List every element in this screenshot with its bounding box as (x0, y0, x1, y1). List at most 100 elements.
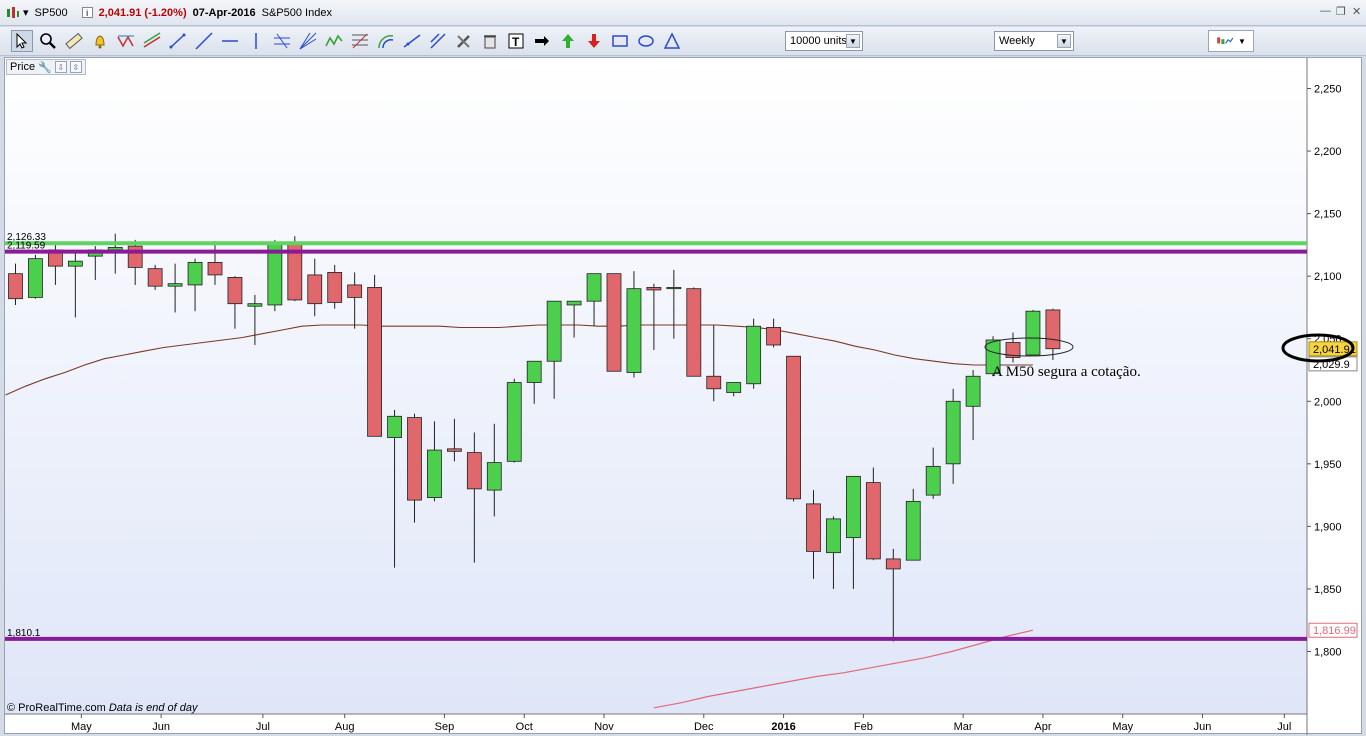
text-icon[interactable]: T (505, 30, 527, 52)
period-select[interactable]: Weekly ▼ (994, 31, 1074, 51)
candle-down[interactable] (347, 284, 363, 298)
candle-down[interactable] (307, 274, 323, 305)
zigzag-icon[interactable] (323, 30, 345, 52)
candle-down[interactable] (367, 287, 383, 437)
candle-up[interactable] (945, 400, 961, 465)
rectangle-icon[interactable] (609, 30, 631, 52)
candle-up[interactable] (28, 258, 43, 298)
triangle-pattern-icon[interactable] (115, 30, 137, 52)
tools-icon[interactable] (453, 30, 475, 52)
candle-up[interactable] (726, 382, 742, 393)
candle-up[interactable] (427, 449, 442, 499)
candle-up[interactable] (626, 288, 642, 373)
candle-up[interactable] (247, 303, 263, 307)
arrow-down-red-icon[interactable] (583, 30, 605, 52)
chart-icon[interactable] (6, 6, 20, 20)
candle-up[interactable] (486, 462, 502, 491)
x-tick-label: Apr (1034, 721, 1051, 733)
candle-down[interactable] (766, 327, 781, 346)
candle-up[interactable] (107, 246, 123, 251)
candle-down[interactable] (806, 503, 821, 552)
indicator-menu-icon[interactable]: ▼ (1208, 30, 1254, 52)
minimize-icon[interactable]: — (1320, 5, 1331, 17)
fibonacci-icon[interactable] (349, 30, 371, 52)
candle-down[interactable] (706, 375, 722, 390)
candle-down[interactable] (865, 482, 881, 560)
symbol-label[interactable]: SP500 (35, 7, 68, 19)
triangle-icon[interactable] (661, 30, 683, 52)
candle-down[interactable] (327, 272, 343, 303)
candle-up[interactable] (1025, 310, 1041, 356)
candle-up[interactable] (666, 287, 682, 290)
candle-up[interactable] (925, 465, 941, 496)
dropdown-arrow-icon[interactable]: ▾ (23, 6, 29, 19)
candle-down[interactable] (227, 277, 243, 305)
ellipse-icon[interactable] (635, 30, 657, 52)
collapse-icon[interactable]: ⇩ (54, 61, 67, 73)
candle-up[interactable] (187, 262, 203, 286)
restore-icon[interactable]: ❐ (1336, 5, 1346, 18)
candle-up[interactable] (965, 375, 981, 407)
candle-up[interactable] (746, 325, 762, 385)
candle-up[interactable] (387, 415, 402, 438)
candle-down[interactable] (446, 448, 462, 452)
chart-panel[interactable]: 2,250 2,200 2,150 2,100 2,050 2,000 1,950 1,900… (4, 57, 1363, 735)
x-tick-label: Sep (435, 721, 455, 733)
close-icon[interactable]: ✕ (1352, 5, 1361, 18)
candle-up[interactable] (846, 475, 861, 539)
candle-up[interactable] (167, 283, 183, 287)
chevron-down-icon[interactable]: ▼ (846, 34, 860, 48)
trash-icon[interactable] (479, 30, 501, 52)
fan-icon[interactable] (297, 30, 319, 52)
ruler-icon[interactable] (63, 30, 85, 52)
x-tick-label: Jul (1277, 721, 1291, 733)
channel-icon[interactable] (141, 30, 163, 52)
ray-icon[interactable] (401, 30, 423, 52)
candle-down[interactable] (466, 452, 482, 490)
candle-down[interactable] (127, 245, 143, 268)
candle-down[interactable] (786, 355, 801, 500)
candle-down[interactable] (407, 417, 422, 501)
candle-down[interactable] (606, 273, 622, 372)
arrow-right-icon[interactable] (531, 30, 553, 52)
chevron-down-icon[interactable]: ▼ (1057, 34, 1071, 48)
pointer-icon[interactable] (11, 30, 33, 52)
wrench-icon[interactable]: 🔧 (38, 61, 52, 74)
y-tick-label: 1,850 (1314, 584, 1342, 596)
candle-up[interactable] (526, 360, 542, 383)
candle-up[interactable] (905, 500, 921, 561)
arrow-up-green-icon[interactable] (557, 30, 579, 52)
y-tick-label: 1,800 (1314, 647, 1342, 659)
candle-up[interactable] (586, 273, 602, 302)
x-tick-label: Dec (694, 721, 714, 733)
candle-down[interactable] (646, 287, 662, 291)
candlestick-chart[interactable]: 2,2502,2002,1502,1002,0502,0001,9501,900… (5, 58, 1363, 735)
candle-up[interactable] (826, 518, 841, 554)
x-tick-label: Aug (335, 721, 355, 733)
segment-icon[interactable] (167, 30, 189, 52)
horizontal-line-icon[interactable] (219, 30, 241, 52)
price-panel-label[interactable]: Price 🔧 ⇩ ⇳ (6, 59, 86, 75)
candle-up[interactable] (546, 300, 562, 362)
candle-up[interactable] (566, 300, 582, 306)
info-icon[interactable]: i (81, 7, 93, 18)
candle-down[interactable] (207, 262, 223, 276)
candle-down[interactable] (1045, 309, 1061, 350)
candle-up[interactable] (506, 382, 522, 462)
parallel-lines-icon[interactable] (271, 30, 293, 52)
y-tick-label: 2,200 (1314, 146, 1342, 158)
zoom-icon[interactable] (37, 30, 59, 52)
alert-bell-icon[interactable] (89, 30, 111, 52)
candle-down[interactable] (8, 273, 23, 300)
trend-icon[interactable] (427, 30, 449, 52)
candle-up[interactable] (67, 260, 83, 267)
expand-icon[interactable]: ⇳ (69, 61, 82, 73)
vertical-line-icon[interactable] (245, 30, 267, 52)
line-icon[interactable] (193, 30, 215, 52)
units-select[interactable]: 10000 units ▼ (785, 31, 863, 51)
candle-down[interactable] (686, 288, 702, 377)
annotation-text[interactable]: A M50 segura a cotação. (992, 364, 1141, 380)
arc-icon[interactable] (375, 30, 397, 52)
candle-down[interactable] (885, 558, 901, 570)
candle-down[interactable] (147, 268, 163, 287)
